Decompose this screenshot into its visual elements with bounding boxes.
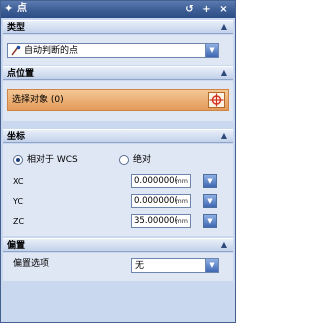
yc-row: YC 0.000000( mm ▼ xyxy=(3,194,233,210)
section-coordinates-header[interactable]: 坐标 ▲ xyxy=(3,129,233,143)
title-bar[interactable]: ✦ 点 ↺ + × xyxy=(1,1,235,18)
section-point-location-panel: 选择对象 (0) xyxy=(3,81,233,121)
section-offset-header[interactable]: 偏置 ▲ xyxy=(3,238,233,252)
section-point-location-header[interactable]: 点位置 ▲ xyxy=(3,66,233,80)
offset-combo-value: 无 xyxy=(135,261,145,271)
radio-absolute[interactable] xyxy=(119,155,129,165)
xc-label: XC xyxy=(13,177,24,186)
chevron-down-icon[interactable]: ▼ xyxy=(205,259,218,272)
point-picker-button[interactable] xyxy=(208,92,225,108)
radio-relative-wcs[interactable] xyxy=(13,155,23,165)
section-offset-label: 偏置 xyxy=(7,241,26,251)
section-point-location-label: 点位置 xyxy=(7,69,35,79)
section-offset-panel: 偏置选项 无 ▼ xyxy=(3,253,233,281)
zc-unit: mm xyxy=(175,217,188,225)
collapse-icon[interactable]: ▲ xyxy=(219,22,229,32)
section-type-panel: 自动判断的点 ▼ xyxy=(3,35,233,65)
point-dialog: ✦ 点 ↺ + × 类型 ▲ 自动判断的点 ▼ 点位置 ▲ 选择对象 (0) 坐… xyxy=(0,0,236,323)
collapse-icon[interactable]: ▲ xyxy=(219,68,229,78)
section-coordinates-panel: 相对于 WCS 绝对 XC 0.000000( mm ▼ YC 0.000000… xyxy=(3,144,233,236)
collapse-icon[interactable]: ▲ xyxy=(219,240,229,250)
chevron-down-icon[interactable]: ▼ xyxy=(203,194,217,208)
close-icon[interactable]: × xyxy=(217,3,230,16)
radio-absolute-label[interactable]: 绝对 xyxy=(133,154,151,166)
yc-unit: mm xyxy=(175,197,188,205)
chevron-down-icon[interactable]: ▼ xyxy=(203,214,217,228)
type-combo-value: 自动判断的点 xyxy=(24,46,79,56)
reference-radio-group: 相对于 WCS 绝对 xyxy=(13,154,213,168)
section-coordinates-label: 坐标 xyxy=(7,132,26,142)
expand-icon[interactable]: + xyxy=(200,3,213,16)
yc-value: 0.000000( xyxy=(134,196,178,206)
inferred-point-icon xyxy=(11,45,21,56)
xc-row: XC 0.000000( mm ▼ xyxy=(3,174,233,190)
offset-option-label: 偏置选项 xyxy=(13,259,50,269)
type-combo[interactable]: 自动判断的点 ▼ xyxy=(7,43,219,58)
crosshair-icon xyxy=(209,93,224,107)
collapse-icon[interactable]: ▲ xyxy=(219,131,229,141)
xc-unit: mm xyxy=(175,177,188,185)
xc-value: 0.000000( xyxy=(134,176,178,186)
chevron-down-icon[interactable]: ▼ xyxy=(203,174,217,188)
select-object-row[interactable]: 选择对象 (0) xyxy=(7,89,229,111)
section-type-header[interactable]: 类型 ▲ xyxy=(3,20,233,34)
yc-input[interactable]: 0.000000( mm xyxy=(131,194,191,208)
point-icon: ✦ xyxy=(4,2,14,15)
offset-combo[interactable]: 无 ▼ xyxy=(131,258,219,273)
section-type-label: 类型 xyxy=(7,23,26,33)
zc-input[interactable]: 35.00000( mm xyxy=(131,214,191,228)
select-object-label: 选择对象 (0) xyxy=(12,95,64,105)
reset-icon[interactable]: ↺ xyxy=(183,3,196,16)
yc-label: YC xyxy=(13,197,24,206)
zc-label: ZC xyxy=(13,217,25,226)
zc-row: ZC 35.00000( mm ▼ xyxy=(3,214,233,230)
zc-value: 35.00000( xyxy=(134,216,178,226)
xc-input[interactable]: 0.000000( mm xyxy=(131,174,191,188)
chevron-down-icon[interactable]: ▼ xyxy=(205,44,218,57)
radio-relative-wcs-label[interactable]: 相对于 WCS xyxy=(27,154,78,166)
dialog-title: 点 xyxy=(17,3,27,14)
